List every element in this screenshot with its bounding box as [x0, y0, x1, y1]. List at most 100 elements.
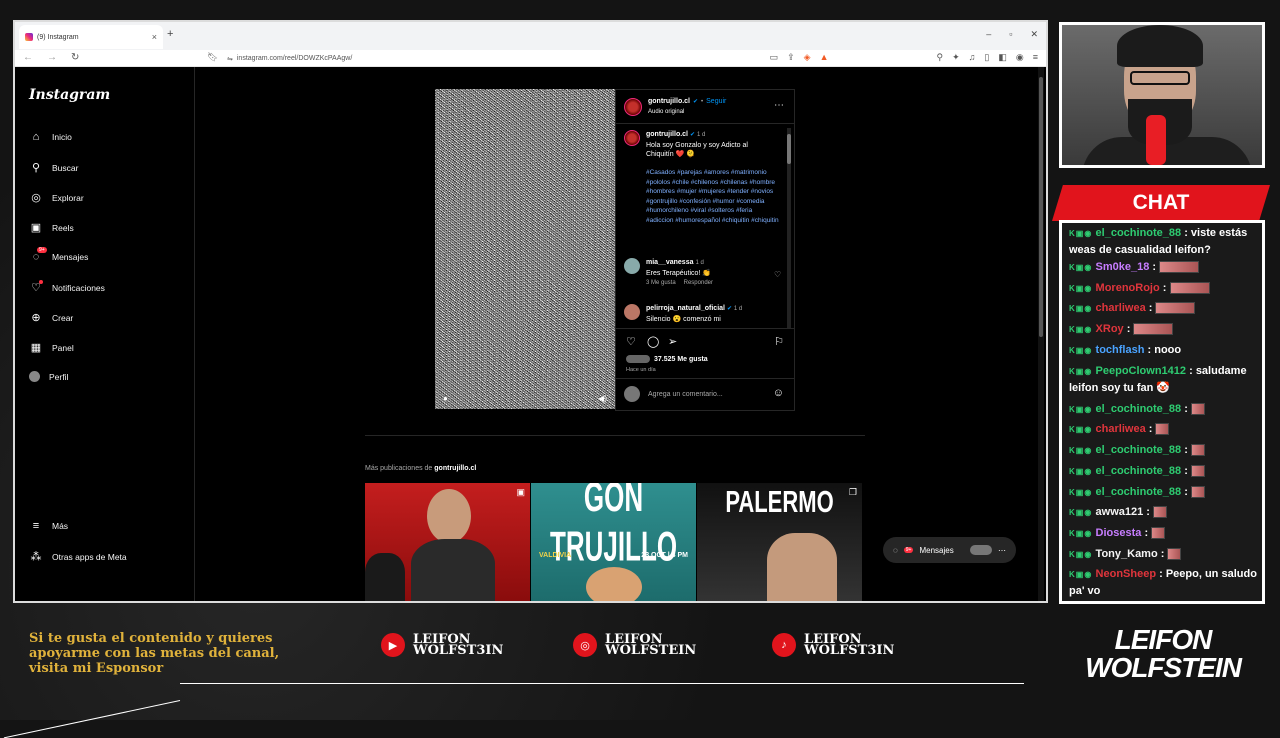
avatar[interactable]: [624, 130, 640, 146]
messages-badge: 9+: [37, 247, 47, 253]
chat-separator: :: [1123, 323, 1134, 335]
close-tab-icon[interactable]: ×: [152, 32, 157, 42]
sidebar-item-buscar[interactable]: ⚲ Buscar: [29, 161, 79, 174]
messages-floating-button[interactable]: ◌ 9+ Mensajes ⋯: [883, 537, 1016, 563]
sidebar-item-notificaciones[interactable]: ♡ Notificaciones: [29, 280, 105, 294]
bookmark-icon[interactable]: 🔖︎: [207, 52, 218, 63]
sidebar-item-perfil[interactable]: Perfil: [29, 371, 68, 382]
chat-message: K▣◉ tochflash : nooo: [1069, 342, 1257, 359]
tiktok-handle: ♪ LEIFON WOLFST3IN: [772, 633, 904, 657]
chat-message: K▣◉ Diosesta :: [1069, 525, 1257, 542]
avatar[interactable]: [624, 258, 640, 274]
chat-emote: [1167, 548, 1182, 561]
like-comment-icon[interactable]: ♡: [774, 270, 781, 279]
audio-attribution-icon[interactable]: ●: [443, 394, 448, 403]
close-window-icon[interactable]: ✕: [1030, 29, 1038, 40]
chat-message: K▣◉ charliwea :: [1069, 300, 1257, 317]
chat-separator: :: [1141, 527, 1152, 539]
comments-scroll-thumb[interactable]: [787, 134, 791, 164]
brave-rewards-icon[interactable]: ▲: [820, 52, 829, 63]
menu-icon[interactable]: ≡: [1033, 52, 1038, 63]
sidebar-item-explorar[interactable]: ◎ Explorar: [29, 191, 83, 204]
sidebar-item-mensajes[interactable]: ◌ 9+ Mensajes: [29, 247, 88, 263]
chat-header: CHAT: [1052, 185, 1270, 221]
comment-icon[interactable]: ◯: [647, 335, 659, 348]
sidebar-item-crear[interactable]: ⊕ Crear: [29, 311, 73, 324]
sidebar-item-inicio[interactable]: ⌂ Inicio: [29, 131, 72, 143]
mute-icon[interactable]: ◀): [598, 394, 607, 403]
new-tab-button[interactable]: +: [167, 28, 173, 40]
meta-apps-icon: ⁂: [30, 551, 42, 563]
instagram-logo[interactable]: Instagram: [29, 87, 110, 103]
compass-icon: ◎: [31, 192, 41, 204]
extensions-icon[interactable]: ✦: [952, 52, 960, 63]
dot-separator: •: [701, 98, 704, 105]
thumbnail-city: VALDIVIA: [539, 552, 572, 559]
sidebar-toggle-icon[interactable]: ▯: [984, 52, 989, 63]
site-info-icon[interactable]: ⇋: [227, 55, 233, 63]
post-thumbnail[interactable]: ▣: [365, 483, 530, 601]
sidebar-item-reels[interactable]: ▣ Reels: [29, 221, 74, 234]
chat-separator: :: [1181, 227, 1191, 239]
person-silhouette: [427, 489, 471, 543]
vpn-icon[interactable]: ◉: [1016, 52, 1024, 63]
maximize-icon[interactable]: ▫: [1009, 29, 1012, 40]
comment-username[interactable]: pelirroja_natural_oficial: [646, 305, 725, 312]
audio-label[interactable]: Audio original: [648, 109, 684, 115]
brave-shield-icon[interactable]: ◈: [804, 52, 811, 63]
chat-separator: :: [1181, 465, 1191, 477]
likes-count[interactable]: 37.525 Me gusta: [654, 356, 708, 363]
reload-icon[interactable]: ↻: [71, 52, 79, 63]
wallet-icon[interactable]: ◧: [998, 52, 1007, 63]
sidebar-item-label: Notificaciones: [52, 282, 105, 293]
emoji-icon[interactable]: ☺: [773, 387, 784, 399]
chat-username: PeepoClown1412: [1095, 365, 1187, 377]
cast-icon[interactable]: ▭: [770, 52, 779, 63]
chat-username: Tony_Kamo: [1095, 548, 1158, 560]
caption-username[interactable]: gontrujillo.cl: [646, 131, 688, 138]
chat-badges-icon: K▣◉: [1069, 425, 1096, 434]
tab-instagram[interactable]: (9) Instagram ×: [19, 25, 163, 49]
hashtags[interactable]: #Casados #parejas #amores #matrimonio #p…: [646, 168, 781, 226]
minimize-icon[interactable]: –: [986, 29, 991, 40]
comment-likes[interactable]: 3 Me gusta: [646, 280, 676, 286]
sidebar-item-mas[interactable]: ≡ Más: [29, 520, 68, 532]
comment-input[interactable]: Agrega un comentario...: [648, 391, 723, 398]
messages-badge: 9+: [903, 547, 914, 553]
save-icon[interactable]: ⚐: [774, 335, 784, 348]
reply-button[interactable]: Responder: [684, 280, 713, 286]
notification-dot: [39, 280, 43, 284]
reel-video[interactable]: ● ◀): [435, 89, 615, 409]
more-posts-user[interactable]: gontrujillo.cl: [434, 465, 476, 472]
share-icon[interactable]: ➢: [668, 335, 677, 348]
follow-button[interactable]: Seguir: [706, 98, 726, 105]
forward-icon[interactable]: →: [47, 52, 57, 63]
post-username[interactable]: gontrujillo.cl: [648, 98, 690, 105]
avatar[interactable]: [624, 98, 642, 116]
more-options-icon[interactable]: ⋯: [774, 100, 784, 111]
pin-icon[interactable]: ⚲: [937, 52, 944, 63]
chat-separator: :: [1181, 444, 1191, 456]
post-thumbnail[interactable]: PALERMO ❐: [697, 483, 862, 601]
home-icon: ⌂: [32, 131, 40, 143]
chat-emote: [1155, 302, 1196, 315]
sidebar-item-label: Buscar: [52, 162, 79, 173]
share-icon[interactable]: ⇪: [787, 52, 795, 63]
back-icon[interactable]: ←: [23, 52, 33, 63]
post-thumbnail[interactable]: GON TRUJILLO VALDIVIA 23 OCT | 8 PM: [531, 483, 696, 601]
comment-username[interactable]: mia__vanessa: [646, 259, 693, 266]
chat-emote: [1190, 444, 1205, 457]
like-icon[interactable]: ♡: [626, 335, 636, 348]
person-silhouette: [586, 567, 642, 601]
sponsor-promo: Si te gusta el contenido y quieres apoya…: [29, 631, 280, 676]
avatar[interactable]: [624, 304, 640, 320]
page-scroll-thumb[interactable]: [1039, 77, 1043, 337]
url-field[interactable]: ⇋ instagram.com/reel/DOWZKcPAAgw/: [227, 52, 727, 65]
chat-username: el_cochinote_88: [1095, 227, 1182, 239]
sidebar-item-meta-apps[interactable]: ⁂ Otras apps de Meta: [29, 550, 127, 563]
sidebar-item-panel[interactable]: ▦ Panel: [29, 341, 74, 354]
media-icon[interactable]: ♫: [969, 52, 976, 63]
tab-bar: (9) Instagram × + – ▫ ✕: [15, 22, 1046, 50]
channel-logo: LEIFON WOLFSTEIN: [1083, 626, 1243, 682]
person-silhouette: [767, 533, 837, 601]
